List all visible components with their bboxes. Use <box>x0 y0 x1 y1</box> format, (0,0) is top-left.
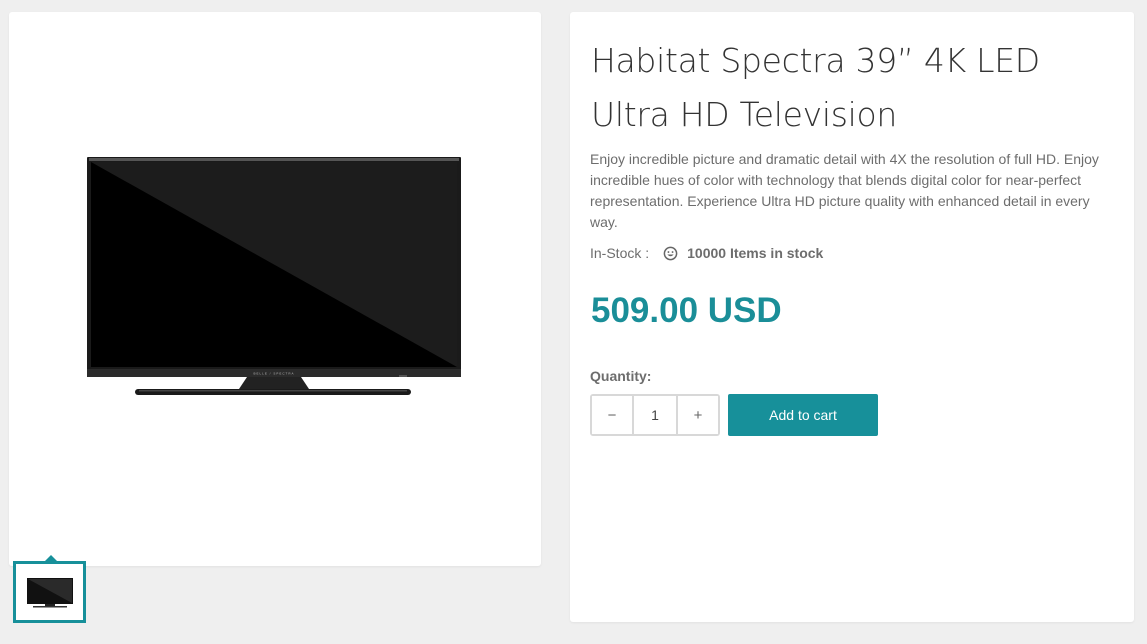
quantity-label: Quantity: <box>590 368 652 384</box>
stock-status: In-Stock : 10000 Items in stock <box>590 245 823 261</box>
product-thumbnail[interactable] <box>13 561 86 623</box>
product-description: Enjoy incredible picture and dramatic de… <box>590 151 1099 230</box>
stock-label: In-Stock : <box>590 245 650 261</box>
tv-thumbnail-icon <box>26 578 73 608</box>
product-page: BELLE / SPECTRA Habitat Spectra 39” 4K L… <box>0 0 1147 644</box>
product-gallery: BELLE / SPECTRA <box>9 12 541 566</box>
product-price: 509.00 USD <box>591 291 782 330</box>
stock-count: 10000 Items in stock <box>687 245 824 261</box>
product-image: BELLE / SPECTRA <box>87 157 461 395</box>
quantity-input[interactable] <box>634 396 676 434</box>
smile-icon <box>663 246 678 260</box>
quantity-increase-button[interactable]: + <box>676 396 718 434</box>
add-to-cart-button[interactable]: Add to cart <box>728 394 878 436</box>
product-title: Habitat Spectra 39” 4K LED Ultra HD Tele… <box>591 41 1040 134</box>
product-info: Habitat Spectra 39” 4K LED Ultra HD Tele… <box>570 12 1134 622</box>
tv-brand-text: BELLE / SPECTRA <box>253 372 294 376</box>
quantity-decrease-button[interactable]: − <box>592 396 634 434</box>
quantity-stepper: − + <box>590 394 720 436</box>
